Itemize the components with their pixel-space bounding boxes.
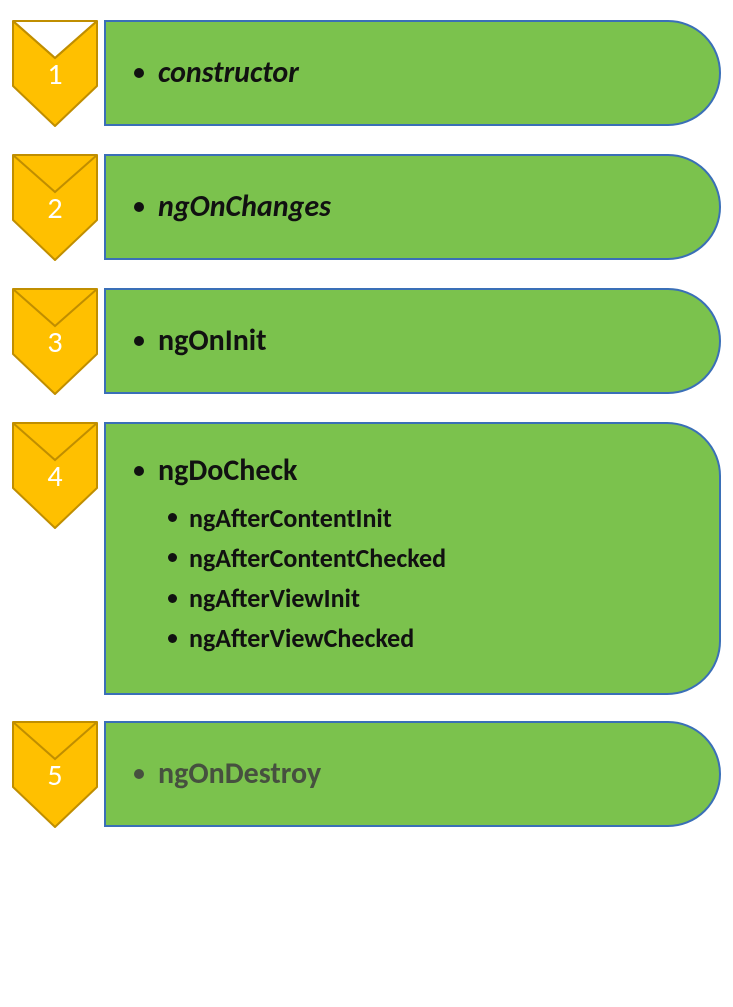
step-badge-4: 4 [12, 422, 98, 530]
bullet-icon [134, 466, 144, 476]
lifecycle-hook: ngOnInit [134, 322, 689, 360]
hook-label: ngDoCheck [158, 452, 297, 490]
hook-label: ngOnChanges [158, 188, 331, 226]
step-number: 1 [12, 56, 98, 93]
sub-hook: ngAfterViewChecked [168, 618, 689, 658]
bullet-icon [168, 634, 177, 643]
bullet-icon [168, 553, 177, 562]
step-badge-1: 1 [12, 20, 98, 128]
sub-hook: ngAfterViewInit [168, 578, 689, 618]
step-badge-3: 3 [12, 288, 98, 396]
sub-hook: ngAfterContentInit [168, 498, 689, 538]
sub-hooks-list: ngAfterContentInit ngAfterContentChecked… [168, 498, 689, 659]
chevron-icon: 3 [12, 288, 98, 396]
step-card-5: ngOnDestroy [104, 721, 721, 827]
step-row-3: 3 ngOnInit [12, 288, 721, 396]
chevron-icon: 2 [12, 154, 98, 262]
step-row-2: 2 ngOnChanges [12, 154, 721, 262]
lifecycle-hook: ngDoCheck [134, 452, 689, 490]
step-number: 5 [12, 757, 98, 794]
step-badge-5: 5 [12, 721, 98, 829]
sub-hook: ngAfterContentChecked [168, 538, 689, 578]
sub-hook-label: ngAfterContentChecked [189, 538, 446, 578]
chevron-icon: 1 [12, 20, 98, 128]
sub-hook-label: ngAfterContentInit [189, 498, 392, 538]
hook-label: ngOnInit [158, 322, 267, 360]
step-row-5: 5 ngOnDestroy [12, 721, 721, 829]
chevron-icon: 4 [12, 422, 98, 530]
lifecycle-hook: ngOnDestroy [134, 755, 689, 793]
step-number: 2 [12, 190, 98, 227]
step-row-4: 4 ngDoCheck ngAfterContentInit ngAfterCo… [12, 422, 721, 695]
sub-hook-label: ngAfterViewInit [189, 578, 360, 618]
bullet-icon [134, 68, 144, 78]
step-card-4: ngDoCheck ngAfterContentInit ngAfterCont… [104, 422, 721, 695]
step-card-2: ngOnChanges [104, 154, 721, 260]
hook-label: ngOnDestroy [158, 755, 321, 793]
step-card-3: ngOnInit [104, 288, 721, 394]
lifecycle-hook: ngOnChanges [134, 188, 689, 226]
bullet-icon [168, 594, 177, 603]
step-row-1: 1 constructor [12, 20, 721, 128]
chevron-icon: 5 [12, 721, 98, 829]
bullet-icon [134, 202, 144, 212]
step-number: 3 [12, 324, 98, 361]
bullet-icon [134, 769, 144, 779]
step-badge-2: 2 [12, 154, 98, 262]
step-number: 4 [12, 458, 98, 495]
bullet-icon [134, 336, 144, 346]
hook-label: constructor [158, 54, 299, 92]
sub-hook-label: ngAfterViewChecked [189, 618, 414, 658]
bullet-icon [168, 513, 177, 522]
lifecycle-hook: constructor [134, 54, 689, 92]
step-card-1: constructor [104, 20, 721, 126]
